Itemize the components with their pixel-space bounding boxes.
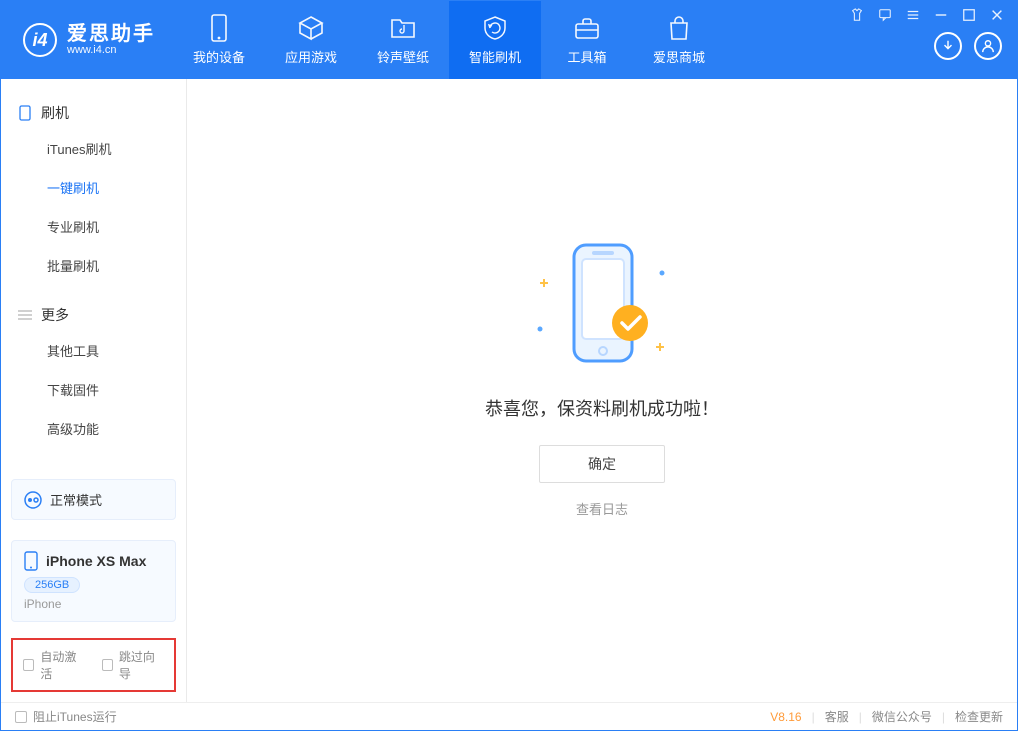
phone-icon: [209, 14, 229, 42]
phone-success-illustration: [522, 233, 682, 373]
sidebar-item-itunes[interactable]: iTunes刷机: [1, 129, 186, 168]
toolbox-icon: [574, 14, 600, 42]
nav-device[interactable]: 我的设备: [173, 1, 265, 79]
top-bar: i4 爱思助手 www.i4.cn 我的设备 应用游戏 铃声壁纸: [1, 1, 1017, 79]
top-right-actions: [934, 32, 1002, 60]
close-icon[interactable]: [988, 6, 1006, 24]
main-content: 恭喜您，保资料刷机成功啦！ 确定 查看日志: [187, 79, 1017, 702]
success-message: 恭喜您，保资料刷机成功啦！: [485, 395, 719, 421]
sidebar: 刷机 iTunes刷机 一键刷机 专业刷机 批量刷机 更多 其他工具 下载固件 …: [1, 79, 187, 702]
device-type: iPhone: [24, 597, 163, 611]
view-log-link[interactable]: 查看日志: [576, 499, 628, 518]
device-icon: [24, 551, 38, 571]
nav-label: 应用游戏: [285, 47, 337, 66]
nav-label: 工具箱: [567, 47, 606, 66]
device-card[interactable]: iPhone XS Max 256GB iPhone: [11, 540, 176, 622]
group-title: 刷机: [41, 103, 69, 123]
nav-label: 爱思商城: [653, 47, 705, 66]
nav-label: 我的设备: [193, 47, 245, 66]
nav-apps[interactable]: 应用游戏: [265, 1, 357, 79]
update-link[interactable]: 检查更新: [955, 708, 1003, 725]
checkbox-icon: [23, 659, 34, 671]
minimize-icon[interactable]: [932, 6, 950, 24]
tshirt-icon[interactable]: [848, 6, 866, 24]
checkbox-label: 阻止iTunes运行: [33, 708, 117, 725]
checkbox-icon: [15, 711, 27, 723]
app-name: 爱思助手: [67, 24, 155, 44]
device-name: iPhone XS Max: [46, 553, 146, 569]
nav-store[interactable]: 爱思商城: [633, 1, 725, 79]
sidebar-group-flash: 刷机: [1, 97, 186, 129]
menu-icon[interactable]: [904, 6, 922, 24]
app-logo: i4 爱思助手 www.i4.cn: [1, 1, 173, 79]
footer: 阻止iTunes运行 V8.16 | 客服 | 微信公众号 | 检查更新: [1, 702, 1017, 730]
nav-label: 铃声壁纸: [377, 47, 429, 66]
version-label: V8.16: [770, 710, 801, 724]
main-nav: 我的设备 应用游戏 铃声壁纸 智能刷机 工具箱: [173, 1, 725, 79]
mode-label: 正常模式: [50, 490, 102, 509]
sidebar-item-pro[interactable]: 专业刷机: [1, 207, 186, 246]
nav-ringtone[interactable]: 铃声壁纸: [357, 1, 449, 79]
ok-button[interactable]: 确定: [539, 445, 665, 483]
window-controls: [848, 6, 1006, 24]
group-title: 更多: [41, 305, 69, 325]
skip-guide-checkbox[interactable]: 跳过向导: [102, 648, 165, 682]
nav-toolbox[interactable]: 工具箱: [541, 1, 633, 79]
download-button[interactable]: [934, 32, 962, 60]
logo-text: 爱思助手 www.i4.cn: [67, 24, 155, 56]
cube-icon: [298, 14, 324, 42]
logo-badge-icon: i4: [23, 23, 57, 57]
sidebar-item-onekey[interactable]: 一键刷机: [1, 168, 186, 207]
mode-status-icon: [24, 491, 42, 509]
highlight-options: 自动激活 跳过向导: [11, 638, 176, 692]
maximize-icon[interactable]: [960, 6, 978, 24]
support-link[interactable]: 客服: [825, 708, 849, 725]
music-folder-icon: [390, 14, 416, 42]
nav-label: 智能刷机: [469, 47, 521, 66]
app-url: www.i4.cn: [67, 44, 155, 56]
sidebar-item-batch[interactable]: 批量刷机: [1, 246, 186, 285]
sidebar-group-more: 更多: [1, 299, 186, 331]
mode-card[interactable]: 正常模式: [11, 479, 176, 520]
nav-flash[interactable]: 智能刷机: [449, 1, 541, 79]
sidebar-item-other[interactable]: 其他工具: [1, 331, 186, 370]
list-icon: [17, 307, 33, 323]
account-button[interactable]: [974, 32, 1002, 60]
feedback-icon[interactable]: [876, 6, 894, 24]
refresh-shield-icon: [482, 14, 508, 42]
phone-outline-icon: [17, 105, 33, 121]
auto-activate-checkbox[interactable]: 自动激活: [23, 648, 86, 682]
device-storage: 256GB: [24, 577, 80, 593]
checkbox-label: 自动激活: [40, 648, 85, 682]
block-itunes-checkbox[interactable]: 阻止iTunes运行: [15, 708, 117, 725]
sidebar-item-firmware[interactable]: 下载固件: [1, 370, 186, 409]
checkbox-icon: [102, 659, 113, 671]
wechat-link[interactable]: 微信公众号: [872, 708, 932, 725]
bag-icon: [667, 14, 691, 42]
checkbox-label: 跳过向导: [119, 648, 164, 682]
sidebar-item-advanced[interactable]: 高级功能: [1, 409, 186, 448]
